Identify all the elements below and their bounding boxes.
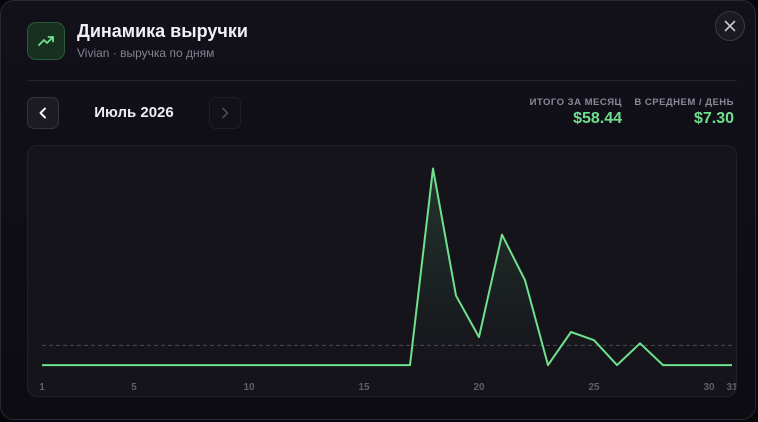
x-tick-label: 5: [131, 382, 137, 393]
next-month-button[interactable]: [209, 97, 241, 129]
close-icon: [724, 20, 736, 32]
chart-svg: 1 5 10 15 20 25 30 31: [39, 167, 737, 393]
revenue-chart: 1 5 10 15 20 25 30 31: [27, 145, 737, 397]
x-tick-label: 20: [473, 382, 485, 393]
header-divider: [27, 80, 737, 81]
trending-up-icon: [27, 22, 65, 60]
daily-average-stat: В СРЕДНЕМ / ДЕНЬ $7.30: [634, 97, 734, 128]
revenue-modal: Динамика выручки Vivian · выручка по дня…: [0, 0, 756, 420]
modal-title: Динамика выручки: [77, 21, 248, 41]
modal-subtitle: Vivian · выручка по дням: [77, 46, 215, 60]
x-tick-label: 25: [588, 382, 600, 393]
daily-average-label: В СРЕДНЕМ / ДЕНЬ: [634, 97, 734, 108]
daily-average-value: $7.30: [693, 110, 734, 127]
month-label: Июль 2026: [94, 104, 174, 121]
close-button[interactable]: [715, 11, 745, 41]
month-total-label: ИТОГО ЗА МЕСЯЦ: [529, 97, 622, 108]
chevron-right-icon: [222, 107, 229, 119]
revenue-line: [42, 167, 732, 367]
revenue-area: [42, 168, 732, 366]
x-tick-label: 31: [726, 382, 737, 393]
month-total-value: $58.44: [573, 110, 622, 127]
month-total-stat: ИТОГО ЗА МЕСЯЦ $58.44: [530, 97, 622, 128]
x-tick-label: 30: [703, 382, 715, 393]
x-tick-label: 1: [39, 382, 45, 393]
x-tick-label: 15: [358, 382, 370, 393]
prev-month-button[interactable]: [27, 97, 59, 129]
chevron-left-icon: [39, 107, 46, 119]
x-tick-label: 10: [243, 382, 255, 393]
